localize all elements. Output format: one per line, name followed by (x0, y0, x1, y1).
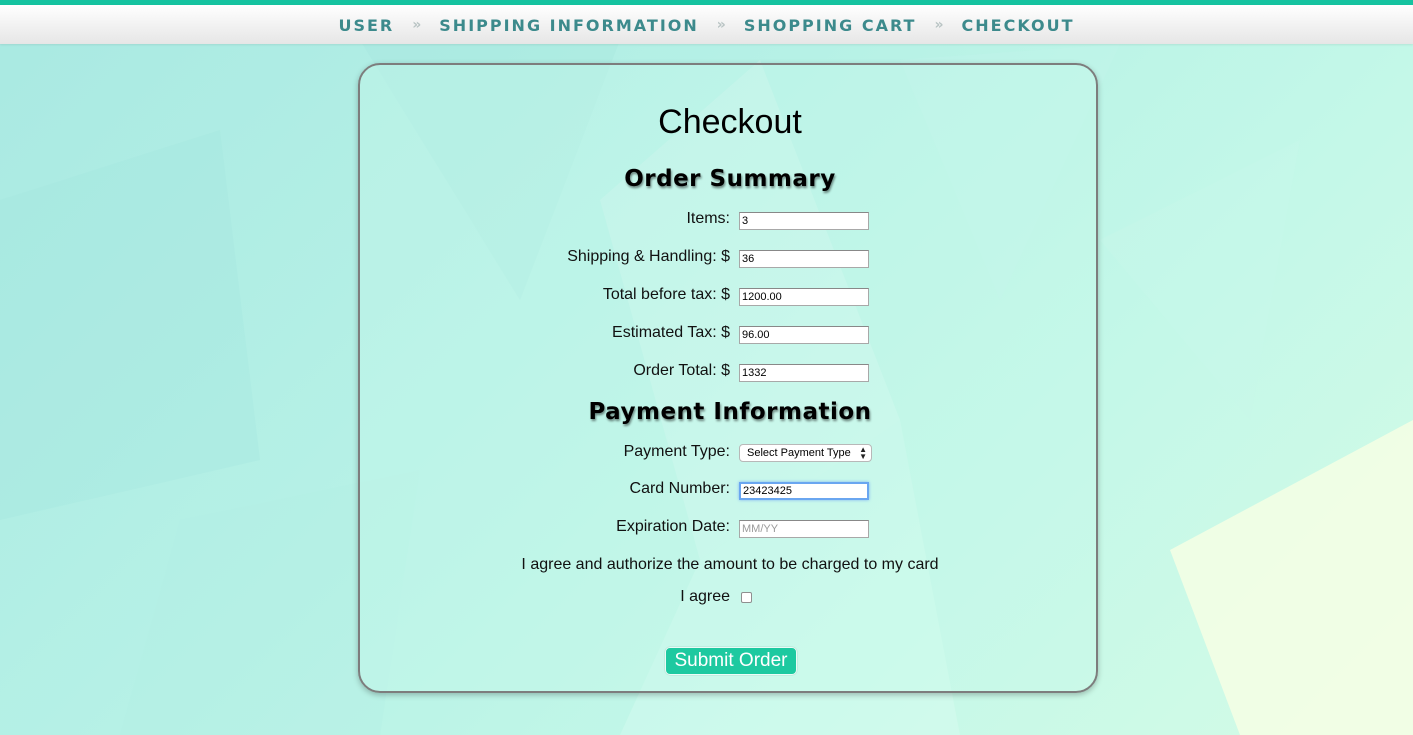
total-row: Order Total: $ (360, 362, 1100, 384)
checkout-card: Checkout Order Summary Items: Shipping &… (358, 63, 1098, 693)
items-field[interactable] (739, 212, 869, 230)
select-arrows-icon: ▲ ▼ (859, 445, 867, 461)
nav-separator: » (934, 16, 944, 33)
nav-separator: » (716, 16, 726, 33)
nav-step-shopping-cart[interactable]: SHOPPING CART (744, 16, 917, 35)
nav-step-checkout[interactable]: CHECKOUT (962, 16, 1075, 35)
items-label: Items: (686, 210, 730, 227)
authorization-text: I agree and authorize the amount to be c… (521, 556, 939, 573)
card-number-label: Card Number: (629, 480, 730, 497)
total-field[interactable] (739, 364, 869, 382)
agree-label: I agree (680, 588, 730, 605)
total-label: Order Total: $ (633, 362, 730, 379)
checkout-progress-nav: USER » SHIPPING INFORMATION » SHOPPING C… (0, 5, 1413, 44)
expiration-label: Expiration Date: (616, 518, 730, 535)
agree-checkbox[interactable] (741, 592, 752, 603)
expiration-row: Expiration Date: (360, 518, 1100, 540)
items-row: Items: (360, 210, 1100, 232)
tax-field[interactable] (739, 326, 869, 344)
subtotal-field[interactable] (739, 288, 869, 306)
shipping-row: Shipping & Handling: $ (360, 248, 1100, 270)
shipping-label: Shipping & Handling: $ (567, 248, 730, 265)
subtotal-row: Total before tax: $ (360, 286, 1100, 308)
subtotal-label: Total before tax: $ (602, 286, 730, 303)
payment-type-selected: Select Payment Type (747, 447, 851, 459)
payment-type-select[interactable]: Select Payment Type ▲ ▼ (739, 444, 872, 462)
tax-row: Estimated Tax: $ (360, 324, 1100, 346)
card-number-row: Card Number: (360, 480, 1100, 502)
nav-separator: » (412, 16, 422, 33)
submit-order-button[interactable]: Submit Order (665, 647, 797, 675)
nav-step-user[interactable]: USER (338, 16, 394, 35)
payment-type-row: Payment Type: Select Payment Type ▲ ▼ (360, 443, 1100, 465)
order-summary-heading: Order Summary (624, 166, 836, 192)
payment-information-heading: Payment Information (588, 399, 872, 425)
tax-label: Estimated Tax: $ (612, 324, 730, 341)
page-title: Checkout (658, 103, 802, 141)
payment-type-label: Payment Type: (623, 443, 730, 460)
expiration-field[interactable] (739, 520, 869, 538)
card-number-field[interactable] (739, 482, 869, 500)
nav-step-shipping-information[interactable]: SHIPPING INFORMATION (439, 16, 698, 35)
agree-row: I agree (360, 588, 1100, 610)
shipping-field[interactable] (739, 250, 869, 268)
